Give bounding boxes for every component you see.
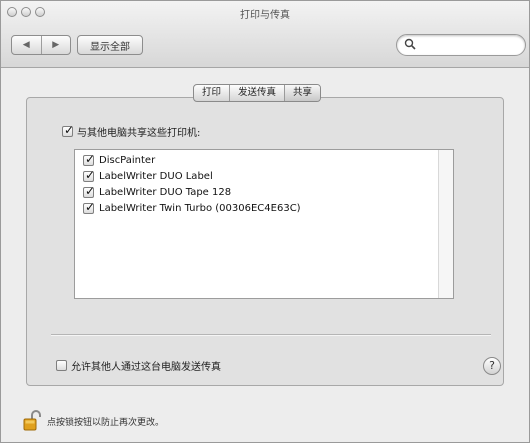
list-item: ✓ LabelWriter DUO Tape 128	[83, 184, 232, 198]
printer-name: LabelWriter Twin Turbo (00306EC4E63C)	[99, 203, 301, 214]
printer-checkbox[interactable]: ✓	[83, 168, 96, 182]
show-all-button[interactable]: 显示全部	[77, 35, 143, 55]
help-button[interactable]: ?	[483, 357, 501, 375]
search-icon	[404, 38, 416, 50]
printer-list: ✓ DiscPainter ✓ LabelWriter DUO Label ✓ …	[74, 149, 454, 299]
lock-area: 点按锁按钮以防止再次更改。	[23, 410, 164, 432]
printer-name: LabelWriter DUO Tape 128	[99, 187, 232, 198]
printer-name: LabelWriter DUO Label	[99, 171, 213, 182]
list-item: ✓ LabelWriter Twin Turbo (00306EC4E63C)	[83, 200, 301, 214]
printer-list-scrollbar[interactable]	[438, 150, 453, 298]
share-printers-label: 与其他电脑共享这些打印机:	[77, 128, 201, 139]
checkmark-icon: ✓	[85, 184, 96, 198]
back-forward-control: ◀ ▶	[11, 35, 71, 55]
checkmark-icon: ✓	[85, 168, 96, 182]
title-toolbar: 打印与传真 ◀ ▶ 显示全部	[1, 1, 529, 68]
preferences-window: 打印与传真 ◀ ▶ 显示全部 打印 发送传真 共享 ✓ 与其他电脑共享这些打印机…	[0, 0, 530, 443]
printer-name: DiscPainter	[99, 155, 156, 166]
list-item: ✓ DiscPainter	[83, 152, 156, 166]
printer-checkbox[interactable]: ✓	[83, 200, 96, 214]
forward-button[interactable]: ▶	[40, 36, 71, 54]
list-item: ✓ LabelWriter DUO Label	[83, 168, 213, 182]
allow-fax-checkbox[interactable]	[56, 360, 67, 371]
tab-send-fax[interactable]: 发送传真	[229, 85, 284, 101]
unlocked-padlock-icon[interactable]	[23, 410, 41, 432]
search-input[interactable]	[419, 37, 523, 55]
printer-checkbox[interactable]: ✓	[83, 184, 96, 198]
checkmark-icon: ✓	[85, 152, 96, 166]
allow-fax-option: 允许其他人通过这台电脑发送传真	[56, 358, 221, 373]
back-button[interactable]: ◀	[12, 36, 41, 54]
section-divider	[51, 334, 491, 336]
tab-bar: 打印 发送传真 共享	[193, 84, 322, 102]
tab-sharing[interactable]: 共享	[284, 85, 321, 101]
search-field[interactable]	[396, 34, 526, 56]
share-printers-option: ✓ 与其他电脑共享这些打印机:	[62, 124, 200, 139]
window-title: 打印与传真	[240, 10, 290, 21]
checkmark-icon: ✓	[64, 123, 75, 137]
share-printers-checkbox[interactable]: ✓	[62, 123, 75, 137]
tab-print[interactable]: 打印	[194, 85, 229, 101]
printer-checkbox[interactable]: ✓	[83, 152, 96, 166]
allow-fax-label: 允许其他人通过这台电脑发送传真	[71, 362, 221, 373]
checkmark-icon: ✓	[85, 200, 96, 214]
lock-message: 点按锁按钮以防止再次更改。	[47, 417, 165, 428]
